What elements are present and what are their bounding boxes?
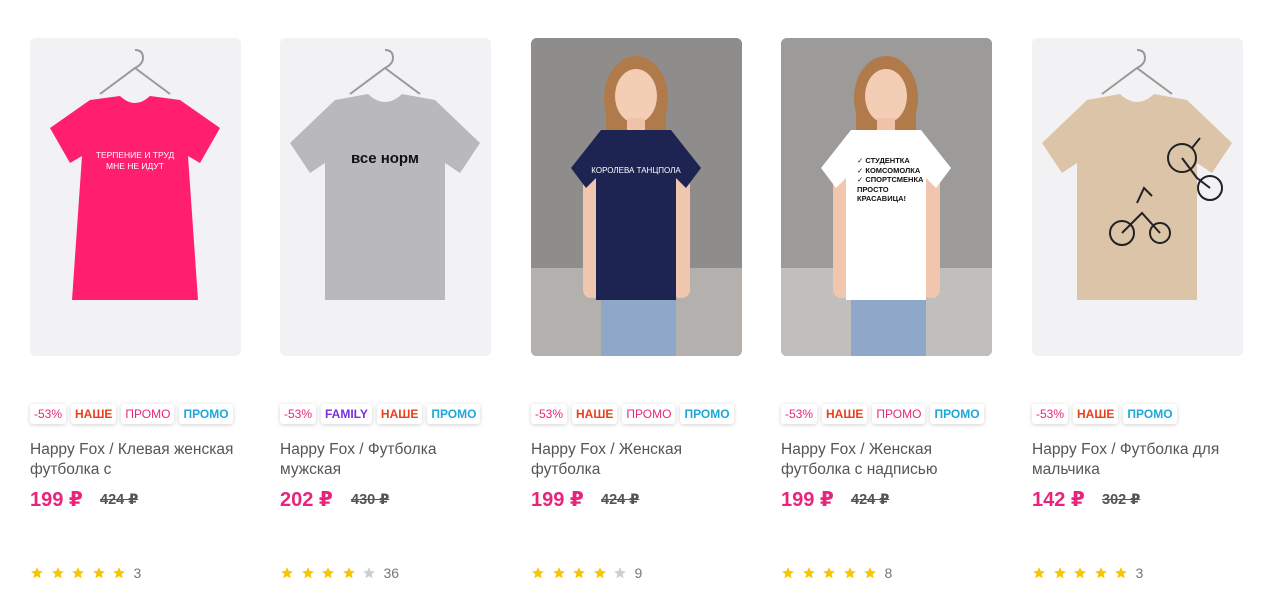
nashe-badge: НАШЕ [822, 404, 868, 424]
review-count[interactable]: 36 [384, 565, 400, 581]
discount-badge: -53% [280, 404, 317, 424]
promo-badge: ПРОМО [622, 404, 676, 424]
badge-list: -53% НАШЕ ПРОМО [1032, 404, 1177, 426]
star-icon [552, 567, 565, 579]
rating: 3 [30, 564, 141, 582]
product-title[interactable]: Happy Fox / Женская футболка [531, 440, 742, 480]
product-image[interactable]: все норм [280, 38, 491, 356]
product-card[interactable]: ✓ СТУДЕНТКА ✓ КОМСОМОЛКА ✓ СПОРТСМЕНКА П… [781, 38, 992, 581]
star-icon [281, 567, 293, 579]
star-icon [573, 567, 585, 579]
star-icon [1033, 567, 1045, 579]
star-icon [113, 567, 125, 579]
old-price: 424 ₽ [851, 492, 890, 508]
shirt-print-text: ТЕРПЕНИЕ И ТРУД МНЕ НЕ ИДУТ [95, 150, 175, 171]
family-badge: FAMILY [321, 404, 372, 424]
star-icon [363, 567, 375, 579]
old-price: 430 ₽ [351, 492, 390, 508]
current-price: 199 ₽ [30, 489, 83, 511]
star-icon [51, 567, 64, 579]
old-price: 302 ₽ [1102, 492, 1141, 508]
nashe-badge: НАШЕ [376, 404, 423, 424]
product-title[interactable]: Happy Fox / Женская футболка с надписью [781, 440, 992, 480]
rating: 3 [1032, 564, 1143, 582]
shirt-print-text: ✓ СТУДЕНТКА ✓ КОМСОМОЛКА ✓ СПОРТСМЕНКА П… [857, 156, 924, 203]
star-icon [823, 567, 835, 579]
product-card[interactable]: все норм -53% FAMILY НАШЕ ПРОМО Happy Fox / Ф… [280, 38, 491, 581]
product-title[interactable]: Happy Fox / Футболка для мальчика [1032, 440, 1243, 480]
star-icon [31, 567, 43, 579]
product-card[interactable]: КОРОЛЕВА ТАНЦПОЛА -53% НАШЕ ПРОМО ПРОМО Happy… [531, 38, 742, 581]
star-icon [1074, 567, 1086, 579]
current-price: 142 ₽ [1032, 489, 1085, 511]
nashe-badge: НАШЕ [71, 404, 117, 424]
star-icon [342, 567, 355, 579]
star-icon [1115, 567, 1127, 579]
review-count[interactable]: 3 [1136, 565, 1144, 581]
product-grid: ТЕРПЕНИЕ И ТРУД МНЕ НЕ ИДУТ -53% НАШЕ ПРОМО… [0, 0, 1280, 594]
star-icon [782, 567, 794, 579]
star-icon [72, 567, 84, 579]
current-price: 202 ₽ [280, 489, 333, 511]
star-icon [614, 567, 626, 579]
shirt-print-text: КОРОЛЕВА ТАНЦПОЛА [591, 166, 681, 175]
product-image[interactable]: ✓ СТУДЕНТКА ✓ КОМСОМОЛКА ✓ СПОРТСМЕНКА П… [781, 38, 992, 356]
product-image[interactable] [1032, 38, 1243, 356]
product-title[interactable]: Happy Fox / Футболка мужская [280, 440, 491, 480]
star-icon [1094, 567, 1107, 579]
rating: 8 [781, 564, 892, 582]
shirt-print-text: все норм [351, 150, 419, 167]
product-title[interactable]: Happy Fox / Клевая женская футболка с [30, 440, 241, 480]
star-icon [92, 567, 105, 579]
rating: 36 [280, 564, 399, 582]
product-card[interactable]: ТЕРПЕНИЕ И ТРУД МНЕ НЕ ИДУТ -53% НАШЕ ПРОМО… [30, 38, 241, 581]
promo2-badge: ПРОМО [179, 404, 233, 424]
star-icon [843, 567, 856, 579]
discount-badge: -53% [1032, 404, 1069, 424]
discount-badge: -53% [781, 404, 818, 424]
product-image[interactable]: ТЕРПЕНИЕ И ТРУД МНЕ НЕ ИДУТ [30, 38, 241, 356]
old-price: 424 ₽ [100, 492, 139, 508]
product-image[interactable]: КОРОЛЕВА ТАНЦПОЛА [531, 38, 742, 356]
badge-list: -53% НАШЕ ПРОМО ПРОМО [531, 404, 734, 426]
badge-list: -53% НАШЕ ПРОМО ПРОМО [30, 404, 233, 426]
discount-badge: -53% [531, 404, 568, 424]
star-icon [301, 567, 314, 579]
product-card[interactable]: -53% НАШЕ ПРОМО Happy Fox / Футболка для ма… [1032, 38, 1243, 581]
badge-list: -53% FAMILY НАШЕ ПРОМО [280, 404, 481, 426]
current-price: 199 ₽ [781, 489, 834, 511]
star-icon [1053, 567, 1066, 579]
promo-badge: ПРОМО [121, 404, 175, 424]
current-price: 199 ₽ [531, 489, 584, 511]
nashe-badge: НАШЕ [1073, 404, 1119, 424]
promo2-badge: ПРОМО [1123, 404, 1177, 424]
review-count[interactable]: 9 [635, 565, 643, 581]
nashe-badge: НАШЕ [572, 404, 618, 424]
review-count[interactable]: 3 [134, 565, 142, 581]
badge-list: -53% НАШЕ ПРОМО ПРОМО [781, 404, 984, 426]
star-icon [322, 567, 334, 579]
star-icon [802, 567, 815, 579]
promo2-badge: ПРОМО [930, 404, 984, 424]
promo-badge: ПРОМО [872, 404, 926, 424]
discount-badge: -53% [30, 404, 67, 424]
star-icon [864, 567, 876, 579]
promo2-badge: ПРОМО [427, 404, 481, 424]
promo2-badge: ПРОМО [680, 404, 734, 424]
star-icon [532, 567, 544, 579]
rating: 9 [531, 564, 642, 582]
old-price: 424 ₽ [601, 492, 640, 508]
review-count[interactable]: 8 [885, 565, 893, 581]
star-icon [593, 567, 606, 579]
